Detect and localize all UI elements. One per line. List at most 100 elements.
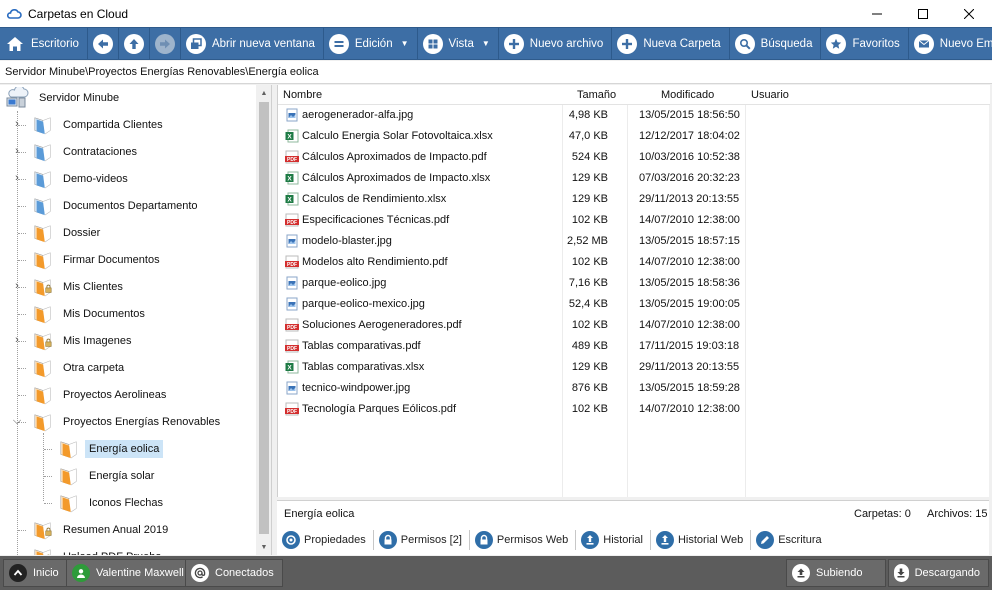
descargando-button[interactable]: Descargando — [888, 559, 989, 587]
close-button[interactable] — [946, 0, 992, 27]
nueva-carpeta-button[interactable]: Nueva Carpeta — [612, 28, 730, 59]
tree-item[interactable]: Upload PDF Prueba — [33, 544, 165, 555]
tree-item[interactable]: Iconos Flechas — [59, 490, 167, 516]
tree-item[interactable]: Demo-videos — [33, 166, 132, 192]
file-count: Archivos: 15 — [927, 508, 988, 520]
path-bar[interactable]: Servidor Minube\Proyectos Energías Renov… — [0, 61, 992, 84]
vista-menu[interactable]: Vista ▼ — [418, 28, 499, 59]
forward-button[interactable] — [150, 28, 181, 59]
file-row[interactable]: tecnico-windpower.jpg 876 KB 13/05/2015 18… — [278, 378, 990, 399]
column-size[interactable]: Tamaño — [577, 89, 616, 101]
tree-expand-icon[interactable]: › — [12, 172, 22, 184]
file-row[interactable]: X Cálculos Aproximados de Impacto.xlsx 129… — [278, 168, 990, 189]
status-bar: Inicio Valentine Maxwell Conectados Subi… — [0, 556, 992, 590]
scroll-down-icon[interactable]: ▼ — [256, 539, 271, 555]
file-modified: 14/07/2010 12:38:00 — [639, 319, 740, 331]
file-row[interactable]: aerogenerador-alfa.jpg 4,98 KB 13/05/2015 … — [278, 105, 990, 126]
busqueda-button[interactable]: Búsqueda — [730, 28, 822, 59]
column-modified[interactable]: Modificado — [661, 89, 714, 101]
tab-permisos-web-label: Permisos Web — [496, 534, 569, 546]
tree-item-label: Contrataciones — [63, 146, 137, 158]
info-bar: Energía eolica Carpetas: 0 Archivos: 15 — [277, 500, 989, 525]
tree-item[interactable]: Resumen Anual 2019 — [33, 517, 172, 543]
file-row[interactable]: PDF Soluciones Aerogeneradores.pdf 102 KB 1… — [278, 315, 990, 336]
tree-scrollbar[interactable]: ▲ ▼ — [256, 85, 271, 555]
tree-item[interactable]: Energía eolica — [59, 436, 164, 462]
jpg-file-icon — [286, 297, 298, 311]
file-row[interactable]: X Calculos de Rendimiento.xlsx 129 KB 29/11… — [278, 189, 990, 210]
file-modified: 13/05/2015 18:58:36 — [639, 277, 740, 289]
user-name: Valentine Maxwell — [96, 567, 184, 579]
minimize-button[interactable] — [854, 0, 900, 27]
tab-permisos-web[interactable]: Permisos Web — [470, 530, 577, 550]
svg-text:PDF: PDF — [287, 220, 297, 226]
escritorio-button[interactable]: Escritorio — [0, 28, 88, 59]
scroll-up-icon[interactable]: ▲ — [256, 85, 271, 101]
tab-propiedades[interactable]: Propiedades — [277, 530, 374, 550]
tree-collapse-icon[interactable]: ⌵ — [12, 415, 22, 428]
tree-expand-icon[interactable]: › — [12, 118, 22, 130]
folder-icon — [34, 414, 51, 432]
file-row[interactable]: PDF Tecnología Parques Eólicos.pdf 102 KB 1… — [278, 399, 990, 420]
tree-expand-icon[interactable]: › — [12, 334, 22, 346]
file-row[interactable]: PDF Cálculos Aproximados de Impacto.pdf 52… — [278, 147, 990, 168]
column-user[interactable]: Usuario — [751, 89, 789, 101]
svg-text:X: X — [287, 197, 292, 204]
folder-icon — [60, 468, 77, 486]
tree-item[interactable]: Contrataciones — [33, 139, 141, 165]
tab-historial[interactable]: Historial — [576, 530, 651, 550]
tab-permisos[interactable]: Permisos [2] — [374, 530, 470, 550]
tree-item[interactable]: Otra carpeta — [33, 355, 128, 381]
tree-guide-line — [18, 206, 26, 207]
tree-expand-icon[interactable]: › — [12, 145, 22, 157]
tree-item-label: Otra carpeta — [63, 362, 125, 374]
file-row[interactable]: PDF Tablas comparativas.pdf 489 KB 17/11/20… — [278, 336, 990, 357]
file-row[interactable]: parque-eolico-mexico.jpg 52,4 KB 13/05/201… — [278, 294, 990, 315]
file-row[interactable]: parque-eolico.jpg 7,16 KB 13/05/2015 18:58… — [278, 273, 990, 294]
abrir-nueva-ventana-button[interactable]: Abrir nueva ventana — [181, 28, 324, 59]
nuevo-archivo-button[interactable]: Nuevo archivo — [499, 28, 613, 59]
file-row[interactable]: PDF Especificaciones Técnicas.pdf 102 KB 14… — [278, 210, 990, 231]
back-button[interactable] — [88, 28, 119, 59]
file-row[interactable]: X Tablas comparativas.xlsx 129 KB 29/11/201… — [278, 357, 990, 378]
tree-item[interactable]: Firmar Documentos — [33, 247, 164, 273]
tree-item[interactable]: Documentos Departamento — [33, 193, 202, 219]
tree-guide-line — [18, 395, 26, 396]
scrollbar-thumb[interactable] — [259, 102, 269, 534]
tree-item[interactable]: Proyectos Energías Renovables — [33, 409, 224, 435]
file-row[interactable]: modelo-blaster.jpg 2,52 MB 13/05/2015 18:5… — [278, 231, 990, 252]
vista-label: Vista — [448, 37, 474, 50]
close-icon — [964, 8, 974, 19]
inicio-button[interactable]: Inicio — [3, 559, 68, 587]
tree-item[interactable]: Mis Clientes — [33, 274, 127, 300]
tab-escritura[interactable]: Escritura — [751, 530, 828, 550]
tree-item[interactable]: Mis Documentos — [33, 301, 149, 327]
user-button[interactable]: Valentine Maxwell — [66, 559, 193, 587]
tree-item[interactable]: Proyectos Aerolineas — [33, 382, 170, 408]
column-name[interactable]: Nombre — [283, 89, 322, 101]
nuevo-email-button[interactable]: Nuevo Email — [909, 28, 992, 59]
file-size: 102 KB — [571, 214, 608, 226]
file-size: 52,4 KB — [568, 298, 608, 310]
descargando-label: Descargando — [914, 567, 980, 579]
conectados-button[interactable]: Conectados — [185, 559, 283, 587]
tree-item[interactable]: Compartida Clientes — [33, 112, 167, 138]
tree-item[interactable]: Dossier — [33, 220, 104, 246]
nuevo-email-label: Nuevo Email — [939, 37, 992, 50]
tree-expand-icon[interactable]: › — [12, 280, 22, 292]
up-button[interactable] — [119, 28, 150, 59]
current-path: Servidor Minube\Proyectos Energías Renov… — [5, 66, 319, 78]
tab-historial-web[interactable]: Historial Web — [651, 530, 752, 550]
subiendo-button[interactable]: Subiendo — [786, 559, 886, 587]
edicion-menu[interactable]: Edición ▼ — [324, 28, 418, 59]
tree-item[interactable]: Energía solar — [59, 463, 158, 489]
file-name: Tecnología Parques Eólicos.pdf — [302, 403, 457, 415]
file-row[interactable]: X Calculo Energia Solar Fotovoltaica.xlsx… — [278, 126, 990, 147]
file-row[interactable]: PDF Modelos alto Rendimiento.pdf 102 KB 14/… — [278, 252, 990, 273]
tree-root-server[interactable]: Servidor Minube — [5, 85, 123, 111]
svg-text:PDF: PDF — [287, 346, 297, 352]
tree-item[interactable]: Mis Imagenes — [33, 328, 135, 354]
maximize-button[interactable] — [900, 0, 946, 27]
file-modified: 14/07/2010 12:38:00 — [639, 403, 740, 415]
favoritos-button[interactable]: Favoritos — [821, 28, 909, 59]
